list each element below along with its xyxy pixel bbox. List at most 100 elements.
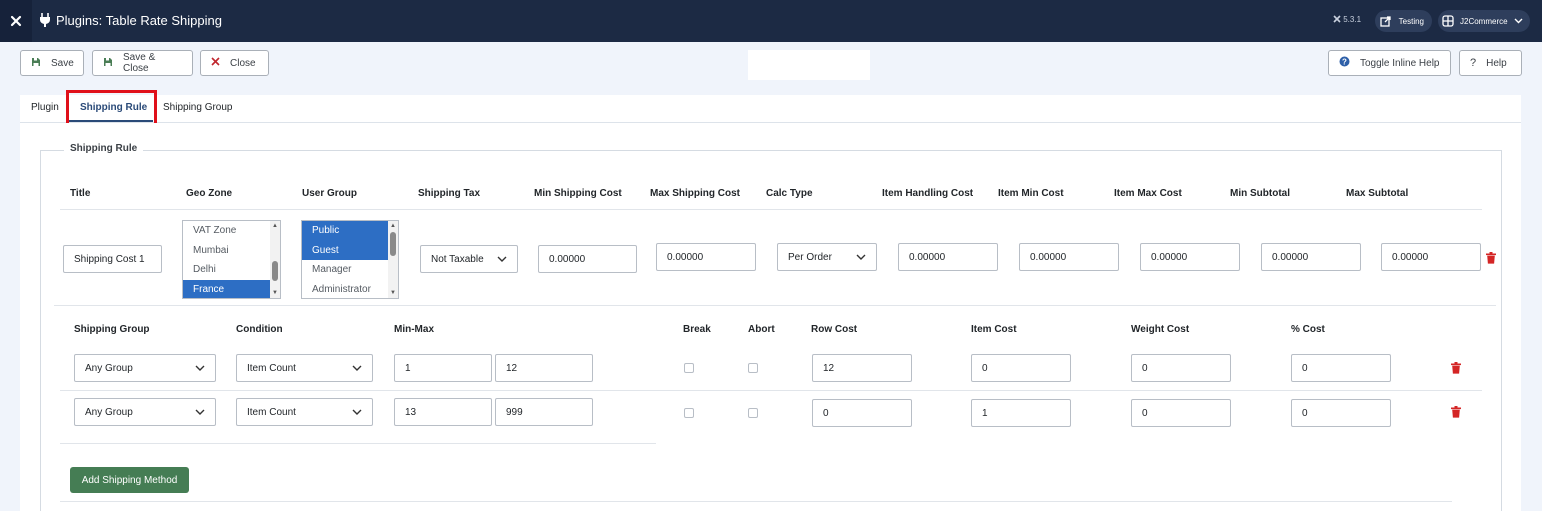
geo-zone-option[interactable]: Delhi <box>183 260 280 280</box>
tab-bar: Plugin Shipping Rule Shipping Group <box>20 95 1521 123</box>
user-group-option[interactable]: Administrator <box>302 280 398 299</box>
header-geo-zone: Geo Zone <box>186 188 233 199</box>
tab-plugin[interactable]: Plugin <box>31 102 59 113</box>
header-min-subtotal: Min Subtotal <box>1230 188 1290 199</box>
header-max-shipping-cost: Max Shipping Cost <box>650 188 740 199</box>
header-abort: Abort <box>748 324 775 335</box>
joomla-logo-icon[interactable] <box>0 0 32 42</box>
item-max-cost-input[interactable]: 0.00000 <box>1140 243 1240 271</box>
scroll-down-arrow-icon: ▼ <box>272 290 278 296</box>
close-button[interactable]: Close <box>200 50 269 76</box>
divider <box>60 390 1482 391</box>
break-checkbox[interactable] <box>684 408 694 418</box>
chevron-down-icon <box>1514 17 1523 26</box>
row-cost-input[interactable]: 0 <box>812 399 912 427</box>
header-item-max-cost: Item Max Cost <box>1114 188 1182 199</box>
condition-select[interactable]: Item Count <box>236 354 373 382</box>
svg-text:?: ? <box>1342 57 1347 66</box>
header-min-shipping-cost: Min Shipping Cost <box>534 188 622 199</box>
add-shipping-method-button[interactable]: Add Shipping Method <box>70 467 189 493</box>
divider <box>54 305 1496 306</box>
divider <box>60 443 656 444</box>
item-handling-cost-input[interactable]: 0.00000 <box>898 243 998 271</box>
help-button[interactable]: ? Help <box>1459 50 1522 76</box>
site-link-button[interactable]: Testing <box>1375 10 1432 32</box>
chevron-down-icon <box>342 355 372 381</box>
item-cost-input[interactable]: 1 <box>971 399 1071 427</box>
toggle-inline-help-button[interactable]: ? Toggle Inline Help <box>1328 50 1451 76</box>
close-icon <box>211 57 220 69</box>
save-icon <box>31 57 41 70</box>
chevron-down-icon <box>487 246 517 272</box>
grid-icon <box>1442 14 1454 28</box>
save-icon <box>103 57 113 70</box>
header-item-min-cost: Item Min Cost <box>998 188 1064 199</box>
header-max-subtotal: Max Subtotal <box>1346 188 1409 199</box>
calc-type-select[interactable]: Per Order <box>777 243 877 271</box>
item-cost-input[interactable]: 0 <box>971 354 1071 382</box>
joomla-version: 5.3.1 <box>1333 15 1361 24</box>
question-icon: ? <box>1470 57 1477 69</box>
row-cost-input[interactable]: 12 <box>812 354 912 382</box>
geo-zone-option[interactable]: VAT Zone <box>183 221 280 241</box>
min-subtotal-input[interactable]: 0.00000 <box>1261 243 1361 271</box>
scroll-down-arrow-icon: ▼ <box>390 290 396 296</box>
delete-method-trash-icon[interactable] <box>1451 406 1461 418</box>
weight-cost-input[interactable]: 0 <box>1131 354 1231 382</box>
header-break: Break <box>683 324 711 335</box>
header-weight-cost: Weight Cost <box>1131 324 1190 335</box>
min-input[interactable]: 1 <box>394 354 492 382</box>
tab-shipping-group[interactable]: Shipping Group <box>163 102 233 113</box>
geo-zone-option[interactable]: Mumbai <box>183 241 280 261</box>
user-group-option-selected[interactable]: Public <box>302 221 398 241</box>
max-input[interactable]: 999 <box>495 398 593 426</box>
weight-cost-input[interactable]: 0 <box>1131 399 1231 427</box>
header-shipping-group: Shipping Group <box>74 324 150 335</box>
scroll-up-arrow-icon: ▲ <box>272 223 278 229</box>
abort-checkbox[interactable] <box>748 363 758 373</box>
abort-checkbox[interactable] <box>748 408 758 418</box>
max-shipping-cost-input[interactable]: 0.00000 <box>656 243 756 271</box>
condition-select[interactable]: Item Count <box>236 398 373 426</box>
item-min-cost-input[interactable]: 0.00000 <box>1019 243 1119 271</box>
shipping-group-select[interactable]: Any Group <box>74 354 216 382</box>
chevron-down-icon <box>185 399 215 425</box>
delete-rule-trash-icon[interactable] <box>1486 252 1496 264</box>
max-subtotal-input[interactable]: 0.00000 <box>1381 243 1481 271</box>
user-group-scrollbar[interactable]: ▲ ▼ <box>388 221 398 298</box>
user-menu-button[interactable]: J2Commerce <box>1438 10 1530 32</box>
geo-zone-option-selected[interactable]: France <box>183 279 280 298</box>
top-bar: Plugins: Table Rate Shipping 5.3.1 Testi… <box>0 0 1542 42</box>
chevron-down-icon <box>846 244 876 270</box>
external-link-icon <box>1379 14 1393 28</box>
user-group-option[interactable]: Manager <box>302 260 398 280</box>
joomla-small-icon <box>1333 15 1341 23</box>
header-condition: Condition <box>236 324 283 335</box>
chevron-down-icon <box>185 355 215 381</box>
title-input[interactable]: Shipping Cost 1 <box>63 245 162 273</box>
min-input[interactable]: 13 <box>394 398 492 426</box>
question-circle-icon: ? <box>1339 56 1350 70</box>
delete-method-trash-icon[interactable] <box>1451 362 1461 374</box>
pct-cost-input[interactable]: 0 <box>1291 354 1391 382</box>
divider <box>60 209 1482 210</box>
user-group-listbox[interactable]: Public Guest Manager Administrator ▲ ▼ <box>301 220 399 299</box>
scroll-up-arrow-icon: ▲ <box>390 223 396 229</box>
pct-cost-input[interactable]: 0 <box>1291 399 1391 427</box>
divider <box>60 501 1452 502</box>
plug-icon <box>40 13 50 30</box>
shipping-group-select[interactable]: Any Group <box>74 398 216 426</box>
shipping-tax-select[interactable]: Not Taxable <box>420 245 518 273</box>
user-group-option-selected[interactable]: Guest <box>302 240 398 260</box>
geo-zone-listbox[interactable]: VAT Zone Mumbai Delhi France ▲ ▼ <box>182 220 281 299</box>
save-close-button[interactable]: Save & Close <box>92 50 193 76</box>
header-title: Title <box>70 188 91 199</box>
min-shipping-cost-input[interactable]: 0.00000 <box>538 245 637 273</box>
break-checkbox[interactable] <box>684 363 694 373</box>
max-input[interactable]: 12 <box>495 354 593 382</box>
header-calc-type: Calc Type <box>766 188 813 199</box>
geo-zone-scrollbar[interactable]: ▲ ▼ <box>270 221 280 298</box>
header-item-cost: Item Cost <box>971 324 1017 335</box>
header-user-group: User Group <box>302 188 358 199</box>
save-button[interactable]: Save <box>20 50 84 76</box>
